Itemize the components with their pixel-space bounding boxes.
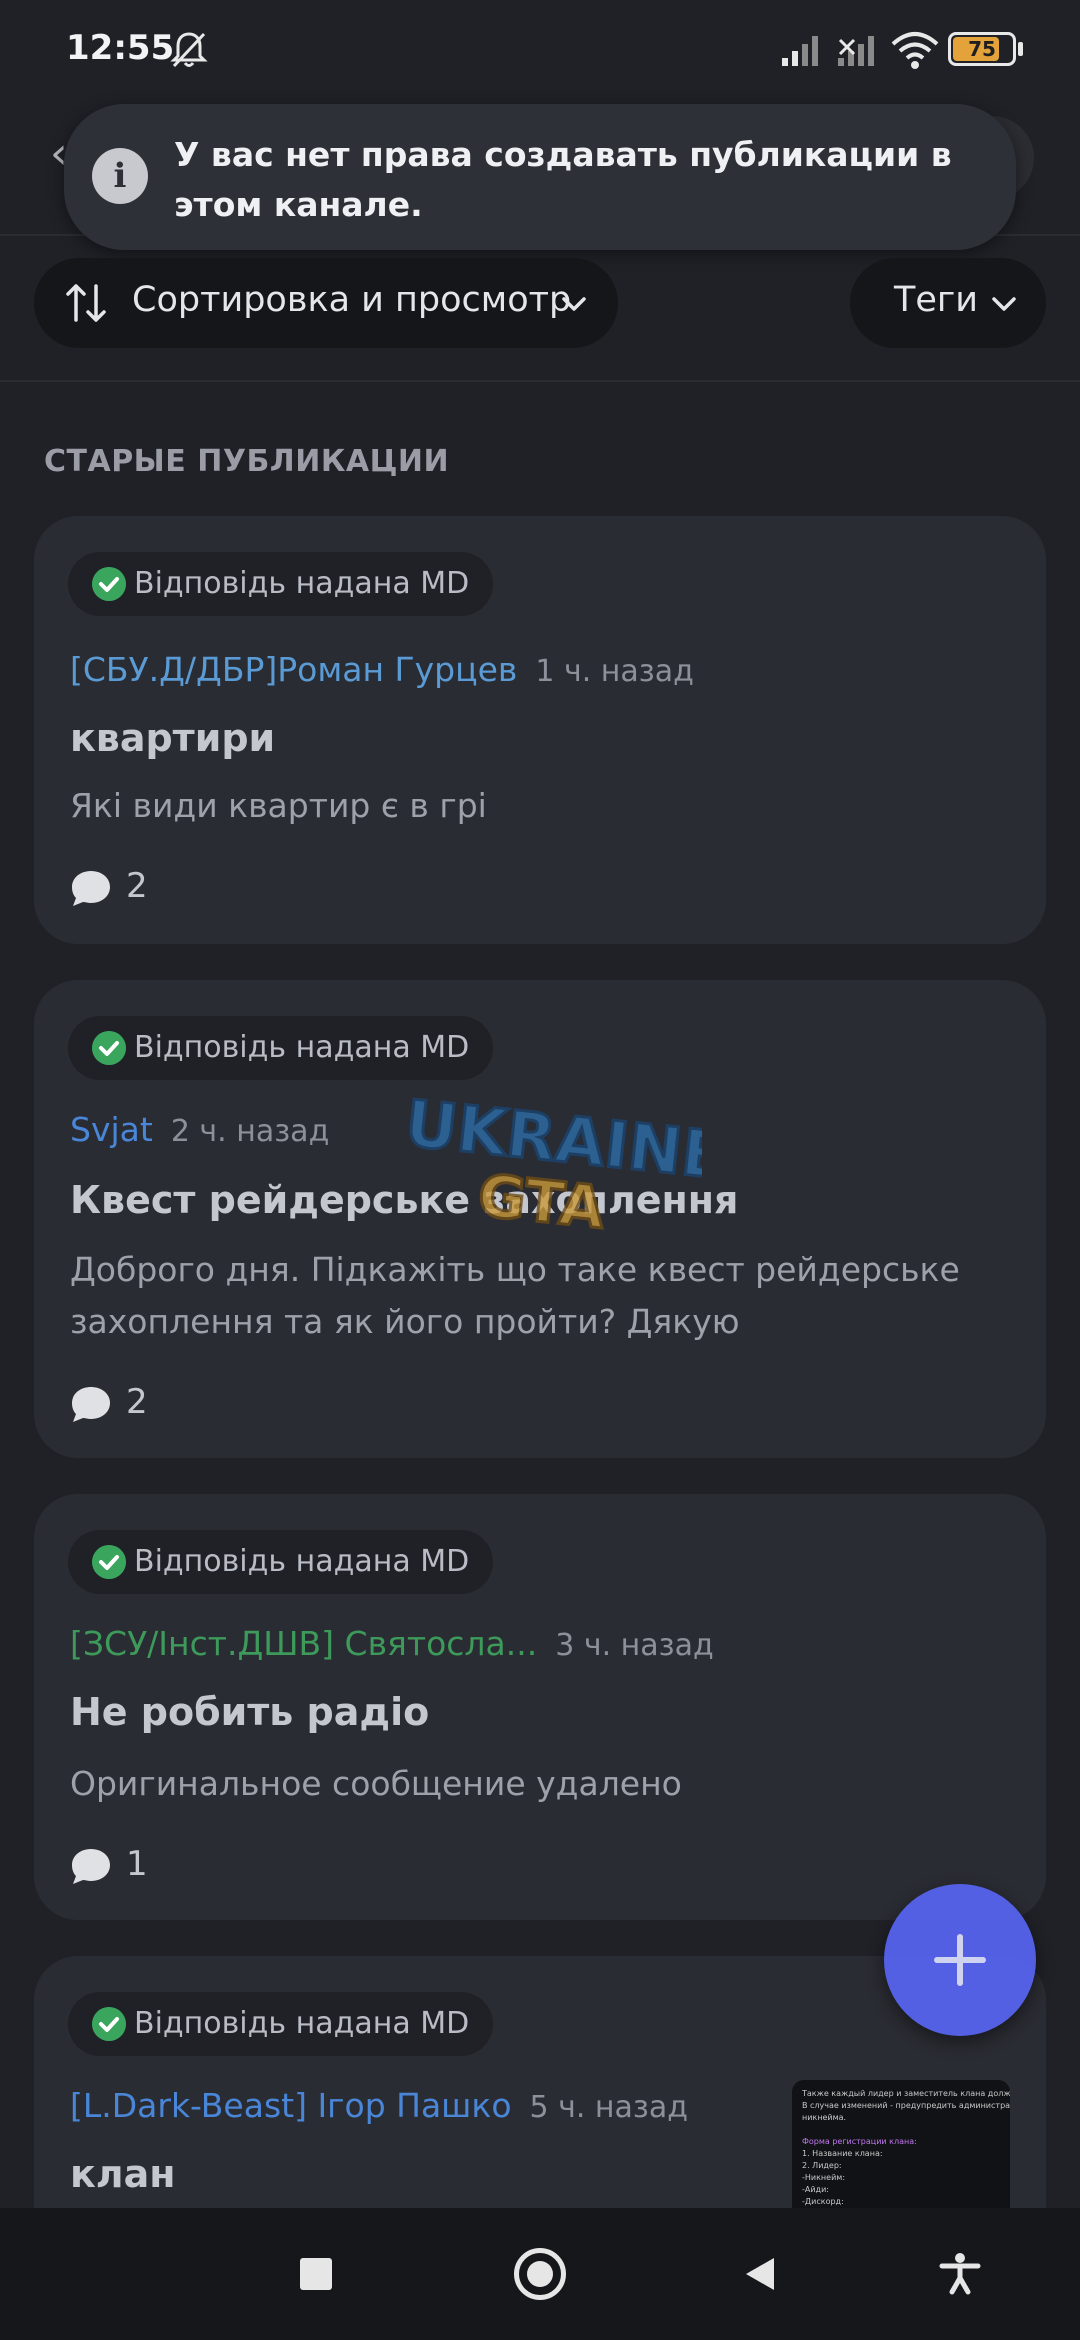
permission-toast: i У вас нет права создавать публикации в… <box>64 104 1016 250</box>
home-circle-icon[interactable] <box>514 2248 566 2300</box>
post-title: Не робить радіо <box>70 1690 430 1734</box>
recents-square-icon[interactable] <box>300 2258 332 2290</box>
badge-label: Відповідь надана MD <box>134 2006 470 2041</box>
check-circle-icon <box>92 2007 126 2041</box>
badge-label: Відповідь надана MD <box>134 1030 470 1065</box>
author-name[interactable]: [L.Dark-Beast] Ігор Пашко <box>70 2086 512 2125</box>
chevron-down-icon <box>992 297 1016 311</box>
post-body: Доброго дня. Підкажіть що таке квест рей… <box>70 1250 960 1341</box>
post-time: 2 ч. назад <box>170 1114 330 1149</box>
thumbnail-text-line: В случае изменений - предупредить админи… <box>802 2101 1010 2110</box>
author-line: Svjat 2 ч. назад <box>70 1110 329 1149</box>
home-circle-dot <box>527 2261 553 2287</box>
thumbnail-text-line: Форма регистрации клана: <box>802 2137 917 2146</box>
answered-badge: Відповідь надана MD <box>68 1992 494 2056</box>
post-time: 5 ч. назад <box>529 2090 689 2125</box>
signal-no-service-icon <box>838 36 874 66</box>
tags-label: Теги <box>894 280 979 320</box>
check-circle-icon <box>92 567 126 601</box>
check-circle-icon <box>92 1545 126 1579</box>
battery-percent: 75 <box>968 37 996 61</box>
answered-badge: Відповідь надана MD <box>68 552 494 616</box>
sort-and-view-button[interactable]: Сортировка и просмотр <box>34 258 618 348</box>
thumbnail-text-line: Также каждый лидер и заместитель клана д… <box>802 2089 1010 2098</box>
comment-bubble-icon <box>72 871 110 906</box>
info-icon: i <box>92 148 148 204</box>
plus-icon-stem <box>957 1934 963 1986</box>
check-circle-icon <box>92 1031 126 1065</box>
ukraine-gta-watermark: UKRAINE GTA <box>400 1090 702 1240</box>
system-nav-bar <box>0 2208 1080 2340</box>
author-line: [L.Dark-Beast] Ігор Пашко 5 ч. назад <box>70 2086 688 2125</box>
back-triangle-icon[interactable] <box>742 2254 778 2294</box>
thumbnail-text-line: -Никнейм: <box>802 2173 846 2182</box>
answered-badge: Відповідь надана MD <box>68 1530 494 1594</box>
author-line: [ЗСУ/Інст.ДШВ] Святосла... 3 ч. назад <box>70 1624 714 1663</box>
sort-arrows-icon <box>66 284 106 322</box>
comment-count-value: 2 <box>126 1382 148 1422</box>
thumbnail-text-line: 1. Название клана: <box>802 2149 883 2158</box>
watermark-line2: GTA <box>475 1161 608 1240</box>
post-time: 1 ч. назад <box>535 654 694 689</box>
author-name[interactable]: [СБУ.Д/ДБР]Роман Гурцев <box>70 650 517 689</box>
section-title: СТАРЫЕ ПУБЛИКАЦИИ <box>44 444 450 479</box>
thumbnail-text-line: -Дискорд: <box>802 2197 844 2206</box>
author-name[interactable]: Svjat <box>70 1110 153 1149</box>
bell-off-icon <box>170 32 208 68</box>
post-title: квартири <box>70 716 276 760</box>
comment-count-value: 2 <box>126 866 148 906</box>
chevron-down-icon <box>562 297 586 311</box>
thumbnail-text-line <box>802 2124 1000 2136</box>
create-post-button[interactable] <box>884 1884 1036 2036</box>
badge-label: Відповідь надана MD <box>134 1544 470 1579</box>
wifi-icon <box>891 32 939 69</box>
author-name[interactable]: [ЗСУ/Інст.ДШВ] Святосла... <box>70 1624 537 1663</box>
thumbnail-text-line: 2. Лидер: <box>802 2161 842 2170</box>
tags-filter-button[interactable]: Теги <box>850 258 1046 348</box>
thumbnail-text-line: -Айди: <box>802 2185 829 2194</box>
post-card[interactable]: Відповідь надана MD [ЗСУ/Інст.ДШВ] Свято… <box>34 1494 1046 1920</box>
accessibility-icon[interactable] <box>938 2252 982 2296</box>
comment-bubble-icon <box>72 1387 110 1422</box>
status-time: 12:55 <box>66 28 175 68</box>
comment-bubble-icon <box>72 1849 110 1884</box>
battery-icon: 75 <box>948 32 1016 66</box>
status-bar: 12:55 75 <box>0 0 1080 100</box>
post-card[interactable]: Відповідь надана MD [СБУ.Д/ДБР]Роман Гур… <box>34 516 1046 944</box>
signal-icon <box>782 36 818 66</box>
thumbnail-text-line: никнейма. <box>802 2113 847 2122</box>
battery-nub <box>1018 42 1023 56</box>
sort-label: Сортировка и просмотр <box>132 280 572 320</box>
badge-label: Відповідь надана MD <box>134 566 470 601</box>
post-title: клан <box>70 2152 176 2196</box>
post-time: 3 ч. назад <box>555 1628 714 1663</box>
comment-count-value: 1 <box>126 1844 148 1884</box>
divider <box>0 380 1080 382</box>
toast-message: У вас нет права создавать публикации в э… <box>174 135 952 224</box>
post-body: Які види квартир є в грі <box>70 786 487 825</box>
answered-badge: Відповідь надана MD <box>68 1016 494 1080</box>
author-line: [СБУ.Д/ДБР]Роман Гурцев 1 ч. назад <box>70 650 694 689</box>
post-body: Оригинальное сообщение удалено <box>70 1764 682 1803</box>
